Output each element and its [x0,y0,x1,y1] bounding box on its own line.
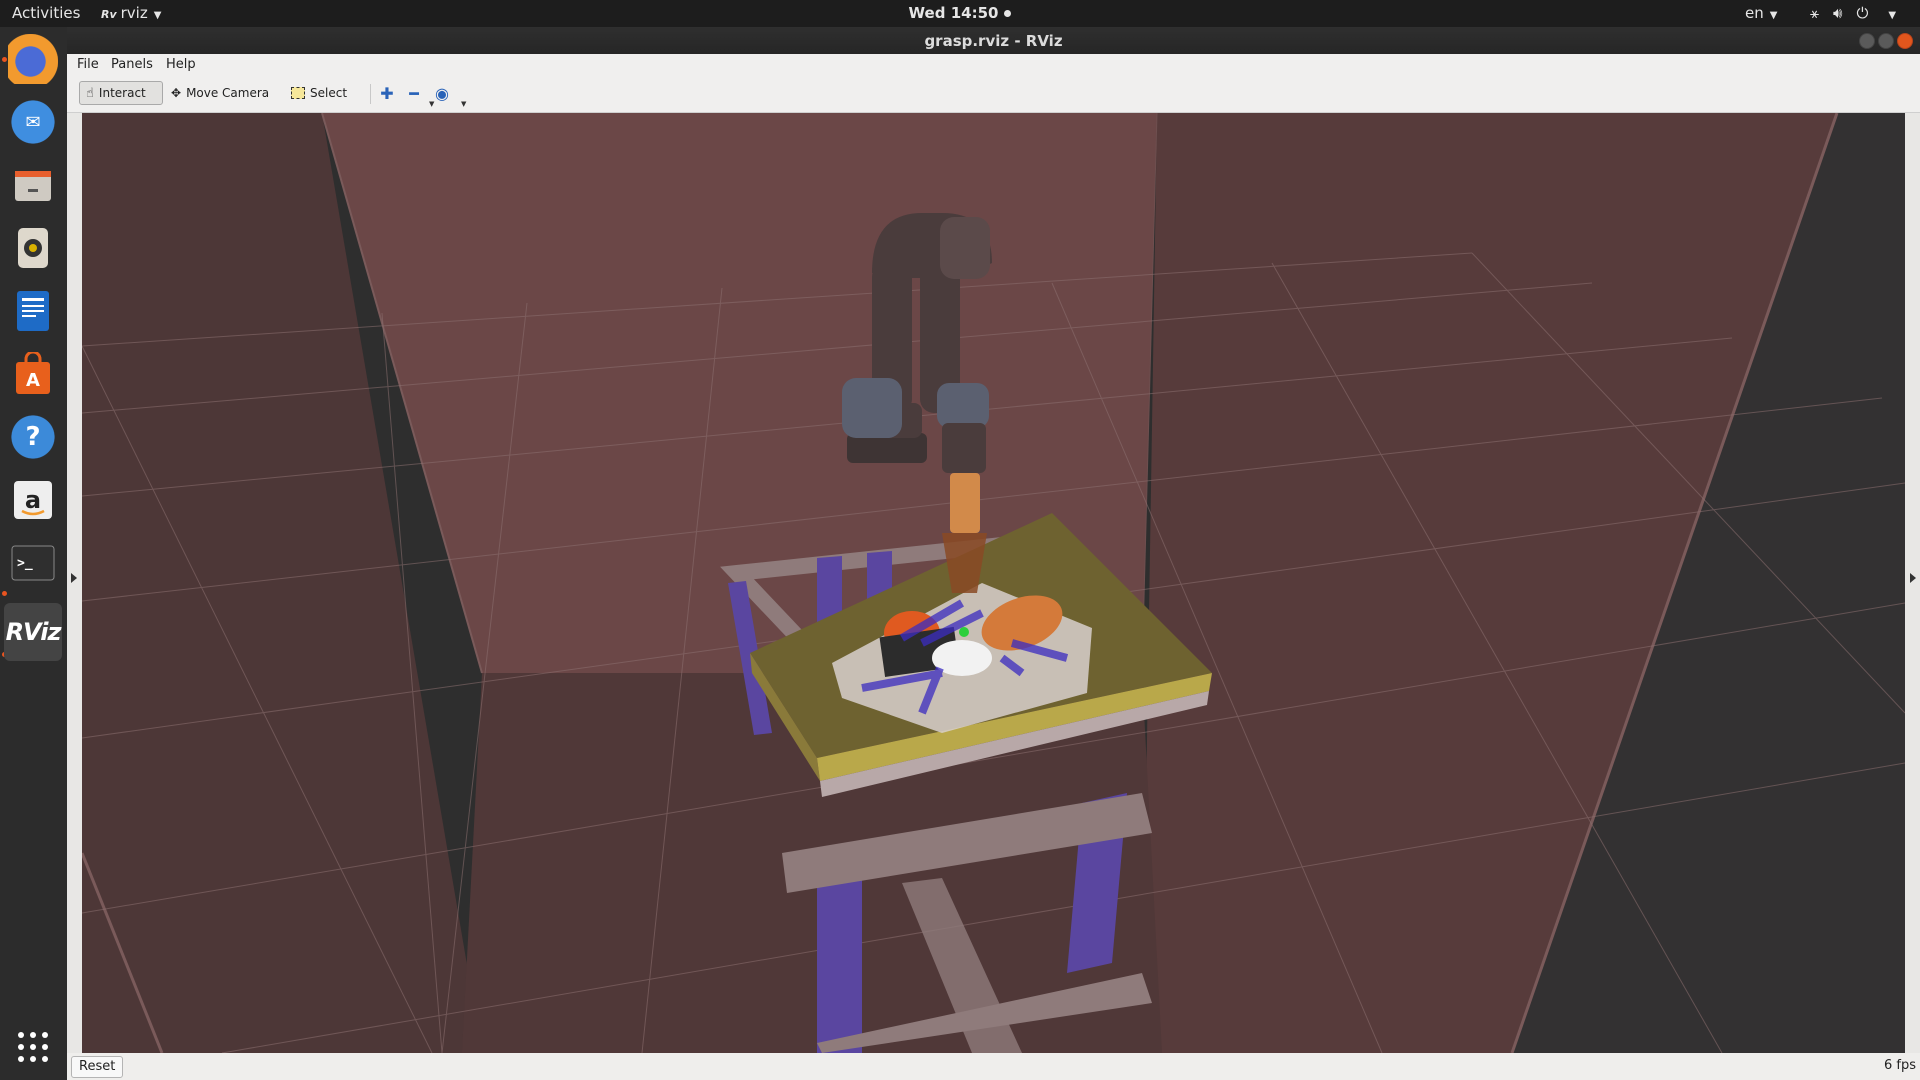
tool-bar: ☝ Interact ✥ Move Camera Select ✚ ━ ▼ ◉ … [67,76,1920,113]
notification-dot-icon [1004,10,1012,17]
expand-left-icon [71,573,77,583]
menu-file[interactable]: File [77,57,99,72]
maximize-button[interactable] [1878,33,1894,49]
move-camera-label: Move Camera [186,86,270,100]
reset-button[interactable]: Reset [71,1056,124,1078]
arm-wrist-joint [937,383,989,428]
shopping-bag-shape: A [16,352,50,394]
language-label: en [1745,4,1764,22]
svg-text:>_: >_ [17,556,33,571]
eye-view-icon[interactable]: ◉ [432,84,452,104]
clock-label: Wed 14:50 [908,4,999,22]
amazon-shape: a [14,481,52,519]
mail-icon[interactable]: ✉ [8,97,58,147]
window-titlebar[interactable]: grasp.rviz - RViz [67,27,1920,54]
toolbar-separator [370,84,371,104]
amazon-icon[interactable]: a [8,475,58,525]
interact-label: Interact [98,86,146,100]
select-label: Select [310,86,348,100]
chevron-down-icon: ▼ [1769,10,1778,21]
move-camera-icon: ✥ [171,86,182,100]
top-bar: Activities Rv rviz ▼ Wed 14:50 en ▼ ⚹🔊︎⏻ ▼ [0,0,1920,27]
close-button[interactable] [1897,33,1913,49]
apps-grid-shape [18,1032,48,1062]
help-icon[interactable]: ? [8,412,58,462]
fps-indicator: 6 fps [1883,1058,1916,1073]
select-tool-button[interactable]: Select [285,81,353,105]
document-icon[interactable] [8,286,58,336]
chevron-down-icon: ▼ [1888,10,1897,21]
arm-wrist-link [942,423,986,473]
add-tool-icon[interactable]: ✚ [377,84,397,104]
writer-doc-shape [17,291,49,331]
render-viewport[interactable] [82,113,1905,1053]
network-icon: ⚹ [1810,4,1834,22]
select-icon [291,87,305,99]
firefox-icon[interactable] [8,34,58,84]
files-drawer-shape [15,171,51,201]
minimize-button[interactable] [1859,33,1875,49]
menu-panels[interactable]: Panels [111,57,153,72]
arm-joint-cap [842,378,902,438]
move-camera-tool-button[interactable]: ✥ Move Camera [165,81,275,105]
running-indicator [2,591,7,596]
right-dock-toggle[interactable] [1905,113,1920,1053]
files-icon[interactable] [8,160,58,210]
table-leg [817,858,862,1053]
menu-bar: File Panels Help [67,54,1920,76]
grasp-target-marker [959,627,969,637]
running-indicator [2,57,7,62]
remove-tool-icon[interactable]: ━ [404,84,424,104]
status-bar: Reset 6 fps [67,1053,1920,1080]
interact-hand-icon: ☝ [86,85,94,101]
software-icon[interactable]: A [8,349,58,399]
dock: ✉ A ? a >_ RViz [0,27,67,1080]
arm-elbow-cap [940,217,990,279]
language-menu[interactable]: en ▼ [1745,4,1777,22]
gripper-body [950,473,980,533]
terminal-icon[interactable]: >_ [8,538,58,588]
clock[interactable]: Wed 14:50 [0,4,1920,22]
scene-3d [82,113,1905,1053]
power-icon: ⏻ [1856,4,1883,22]
left-dock-toggle[interactable] [67,113,82,1053]
music-icon[interactable] [8,223,58,273]
menu-help[interactable]: Help [166,57,196,72]
system-menu[interactable]: ⚹🔊︎⏻ ▼ [1810,4,1896,22]
apps-grid-icon[interactable] [8,1022,58,1072]
terminal-shape: >_ [11,545,55,581]
volume-icon: 🔊︎ [1833,4,1857,22]
svg-text:a: a [25,486,41,514]
interact-tool-button[interactable]: ☝ Interact [79,81,163,105]
speaker-shape [18,228,48,268]
expand-right-icon [1910,573,1916,583]
chevron-down-icon[interactable]: ▼ [461,100,466,108]
window-title: grasp.rviz - RViz [924,32,1063,50]
svg-text:A: A [26,370,40,391]
rviz-icon[interactable]: RViz [4,603,62,661]
